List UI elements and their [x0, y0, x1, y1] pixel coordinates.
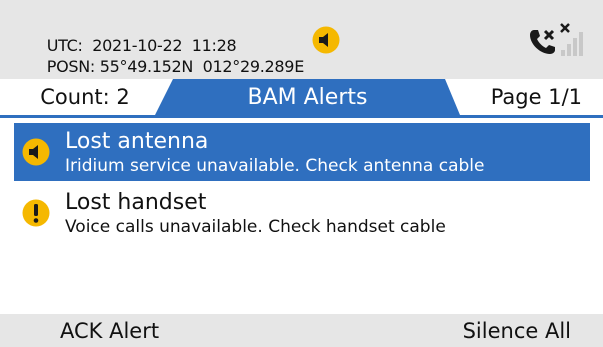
bam-alerts-screen: UTC: 2021-10-22 11:28 POSN: 55°49.152N 0… [0, 0, 603, 347]
alert-count-label: Count: 2 [40, 85, 130, 109]
alert-title: Lost handset [65, 190, 207, 215]
status-bar: UTC: 2021-10-22 11:28 POSN: 55°49.152N 0… [0, 0, 603, 79]
alert-row-lost-antenna[interactable]: Lost antenna Iridium service unavailable… [14, 123, 590, 181]
signal-strength-icon [560, 23, 583, 56]
silence-all-button[interactable]: Silence All [463, 314, 571, 347]
tab-bar: Count: 2 BAM Alerts Page 1/1 [0, 79, 603, 115]
phone-no-call-icon [530, 29, 555, 54]
tab-bam-alerts[interactable]: BAM Alerts [155, 79, 460, 115]
ack-alert-button[interactable]: ACK Alert [60, 314, 159, 347]
alert-row-lost-handset[interactable]: Lost handset Voice calls unavailable. Ch… [14, 184, 590, 242]
posn-label: POSN: [46, 57, 96, 76]
posn-value: 55°49.152N 012°29.289E [99, 57, 305, 76]
alert-title: Lost antenna [65, 129, 209, 154]
speaker-icon [312, 26, 340, 54]
alert-description: Voice calls unavailable. Check handset c… [65, 217, 446, 237]
page-indicator: Page 1/1 [490, 85, 582, 109]
softkey-bar: ACK Alert Silence All [0, 314, 603, 347]
alert-description: Iridium service unavailable. Check anten… [65, 156, 485, 176]
alert-list: Lost antenna Iridium service unavailable… [0, 115, 603, 314]
speaker-icon [22, 138, 50, 166]
warning-icon [22, 199, 50, 227]
